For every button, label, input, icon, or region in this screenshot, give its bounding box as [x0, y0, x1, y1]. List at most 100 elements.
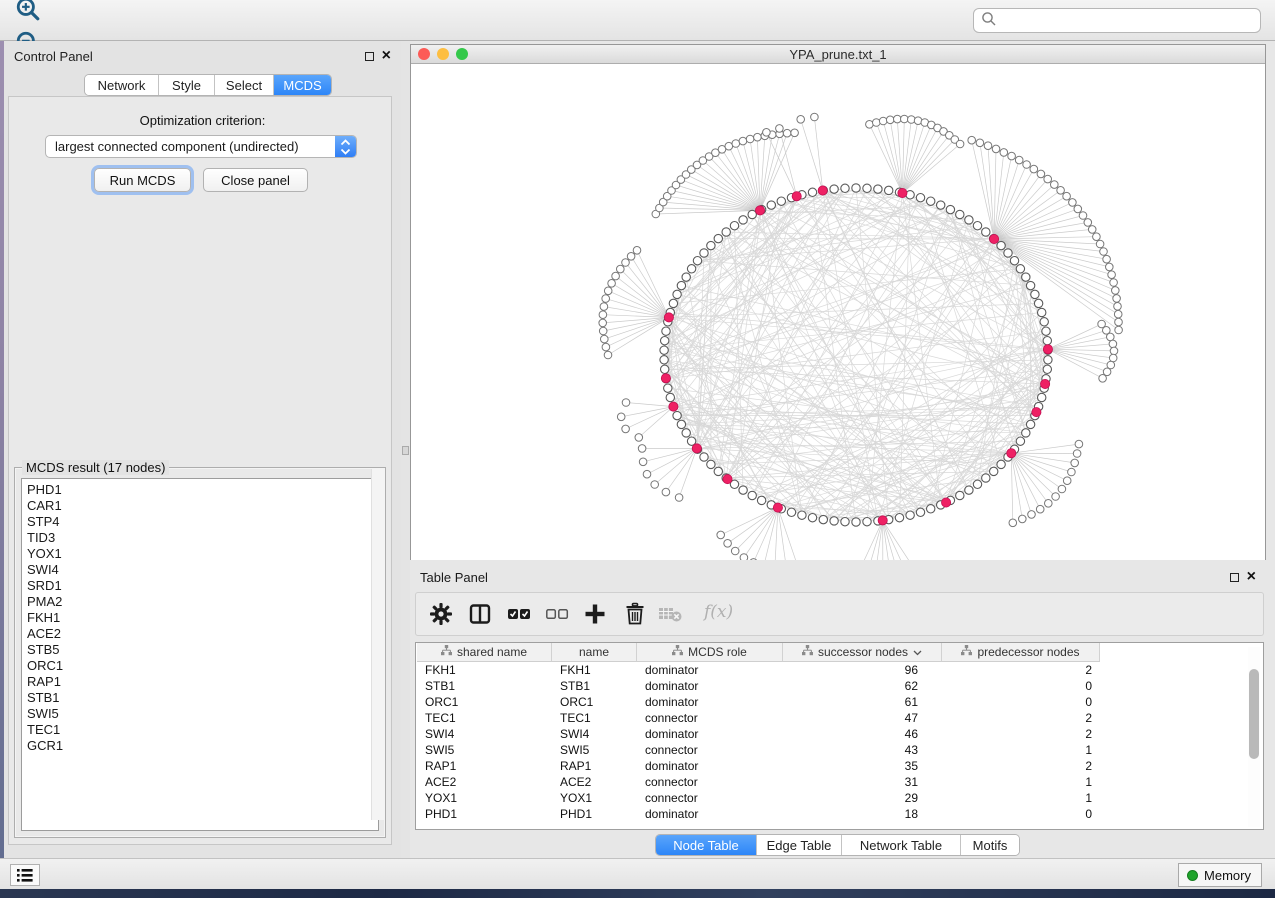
run-mcds-button[interactable]: Run MCDS: [94, 168, 191, 192]
mcds-result-item[interactable]: TEC1: [27, 722, 378, 738]
column-header-shared-name[interactable]: shared name: [417, 643, 552, 662]
mcds-result-list[interactable]: PHD1CAR1STP4TID3YOX1SWI4SRD1PMA2FKH1ACE2…: [21, 478, 379, 831]
cell-name[interactable]: SWI4: [552, 726, 637, 742]
cell-shared-name[interactable]: PHD1: [417, 806, 552, 822]
cell-predecessor-nodes[interactable]: 2: [942, 710, 1100, 726]
float-window-icon[interactable]: [365, 52, 374, 61]
cell-MCDS-role[interactable]: connector: [637, 710, 783, 726]
table-scrollbar[interactable]: [1248, 647, 1260, 827]
cell-MCDS-role[interactable]: connector: [637, 774, 783, 790]
cell-MCDS-role[interactable]: dominator: [637, 726, 783, 742]
cell-shared-name[interactable]: SWI5: [417, 742, 552, 758]
cell-successor-nodes[interactable]: 46: [783, 726, 942, 742]
cell-name[interactable]: FKH1: [552, 662, 637, 678]
search-input[interactable]: [997, 13, 1260, 28]
table-row[interactable]: YOX1YOX1connector291: [417, 790, 1100, 806]
cell-predecessor-nodes[interactable]: 1: [942, 742, 1100, 758]
network-canvas[interactable]: [411, 65, 1265, 560]
mcds-result-item[interactable]: PMA2: [27, 594, 378, 610]
clear-selection-button[interactable]: [542, 601, 572, 629]
mcds-result-item[interactable]: STB1: [27, 690, 378, 706]
cell-shared-name[interactable]: TEC1: [417, 710, 552, 726]
cell-shared-name[interactable]: STB1: [417, 678, 552, 694]
close-panel-icon[interactable]: ×: [382, 51, 391, 61]
mcds-result-item[interactable]: YOX1: [27, 546, 378, 562]
cell-predecessor-nodes[interactable]: 0: [942, 806, 1100, 822]
cell-shared-name[interactable]: YOX1: [417, 790, 552, 806]
tab-motifs[interactable]: Motifs: [961, 835, 1019, 855]
cell-name[interactable]: TEC1: [552, 710, 637, 726]
cell-predecessor-nodes[interactable]: 2: [942, 726, 1100, 742]
column-header-predecessor-nodes[interactable]: predecessor nodes: [942, 643, 1100, 662]
cell-successor-nodes[interactable]: 35: [783, 758, 942, 774]
cell-name[interactable]: PHD1: [552, 806, 637, 822]
table-row[interactable]: SWI4SWI4dominator462: [417, 726, 1100, 742]
cell-MCDS-role[interactable]: dominator: [637, 806, 783, 822]
cell-name[interactable]: RAP1: [552, 758, 637, 774]
close-panel-button[interactable]: Close panel: [203, 168, 308, 192]
mcds-result-item[interactable]: SWI5: [27, 706, 378, 722]
cell-shared-name[interactable]: FKH1: [417, 662, 552, 678]
zoom-in-button[interactable]: [8, 0, 48, 28]
cell-successor-nodes[interactable]: 96: [783, 662, 942, 678]
cell-shared-name[interactable]: SWI4: [417, 726, 552, 742]
memory-button[interactable]: Memory: [1178, 863, 1262, 887]
column-header-MCDS-role[interactable]: MCDS role: [637, 643, 783, 662]
add-column-button[interactable]: [580, 601, 610, 629]
tab-node-table[interactable]: Node Table: [656, 835, 757, 855]
cell-shared-name[interactable]: ORC1: [417, 694, 552, 710]
mcds-result-item[interactable]: TID3: [27, 530, 378, 546]
mcds-result-item[interactable]: FKH1: [27, 610, 378, 626]
table-row[interactable]: PHD1PHD1dominator180: [417, 806, 1100, 822]
cell-name[interactable]: ORC1: [552, 694, 637, 710]
table-row[interactable]: RAP1RAP1dominator352: [417, 758, 1100, 774]
cell-MCDS-role[interactable]: dominator: [637, 662, 783, 678]
mcds-result-item[interactable]: ORC1: [27, 658, 378, 674]
tab-select[interactable]: Select: [215, 75, 274, 95]
splitter-handle-icon[interactable]: [402, 446, 409, 455]
tab-mcds[interactable]: MCDS: [274, 75, 331, 95]
cell-shared-name[interactable]: ACE2: [417, 774, 552, 790]
mcds-result-item[interactable]: SWI4: [27, 562, 378, 578]
mcds-result-item[interactable]: PHD1: [27, 482, 378, 498]
mcds-result-item[interactable]: SRD1: [27, 578, 378, 594]
split-columns-button[interactable]: [465, 601, 495, 629]
cell-MCDS-role[interactable]: dominator: [637, 694, 783, 710]
column-header-successor-nodes[interactable]: successor nodes: [783, 643, 942, 662]
cell-predecessor-nodes[interactable]: 0: [942, 678, 1100, 694]
cell-successor-nodes[interactable]: 29: [783, 790, 942, 806]
cell-shared-name[interactable]: RAP1: [417, 758, 552, 774]
cell-MCDS-role[interactable]: dominator: [637, 678, 783, 694]
tab-style[interactable]: Style: [159, 75, 215, 95]
cell-successor-nodes[interactable]: 61: [783, 694, 942, 710]
cell-predecessor-nodes[interactable]: 0: [942, 694, 1100, 710]
function-builder-button[interactable]: f(x): [704, 602, 733, 622]
table-row[interactable]: ACE2ACE2connector311: [417, 774, 1100, 790]
cell-name[interactable]: SWI5: [552, 742, 637, 758]
optimization-criterion-select[interactable]: largest connected component (undirected): [45, 135, 357, 158]
table-scrollbar-thumb[interactable]: [1249, 669, 1259, 759]
tab-network-table[interactable]: Network Table: [842, 835, 961, 855]
cell-predecessor-nodes[interactable]: 2: [942, 758, 1100, 774]
cell-name[interactable]: ACE2: [552, 774, 637, 790]
close-table-panel-icon[interactable]: ×: [1247, 572, 1256, 582]
network-graph[interactable]: [411, 65, 1265, 560]
table-row[interactable]: ORC1ORC1dominator610: [417, 694, 1100, 710]
cell-successor-nodes[interactable]: 62: [783, 678, 942, 694]
cell-MCDS-role[interactable]: dominator: [637, 758, 783, 774]
task-history-button[interactable]: [10, 864, 40, 886]
mcds-result-item[interactable]: GCR1: [27, 738, 378, 754]
mcds-result-item[interactable]: ACE2: [27, 626, 378, 642]
table-row[interactable]: SWI5SWI5connector431: [417, 742, 1100, 758]
tab-network[interactable]: Network: [85, 75, 159, 95]
tab-edge-table[interactable]: Edge Table: [757, 835, 842, 855]
select-all-button[interactable]: [504, 601, 534, 629]
mcds-list-scrollbar[interactable]: [371, 469, 384, 820]
cell-successor-nodes[interactable]: 31: [783, 774, 942, 790]
table-row[interactable]: TEC1TEC1connector472: [417, 710, 1100, 726]
panel-splitter[interactable]: [401, 41, 410, 858]
cell-predecessor-nodes[interactable]: 1: [942, 774, 1100, 790]
cell-name[interactable]: YOX1: [552, 790, 637, 806]
gear-button[interactable]: [426, 601, 456, 629]
network-window-titlebar[interactable]: YPA_prune.txt_1: [411, 45, 1265, 64]
